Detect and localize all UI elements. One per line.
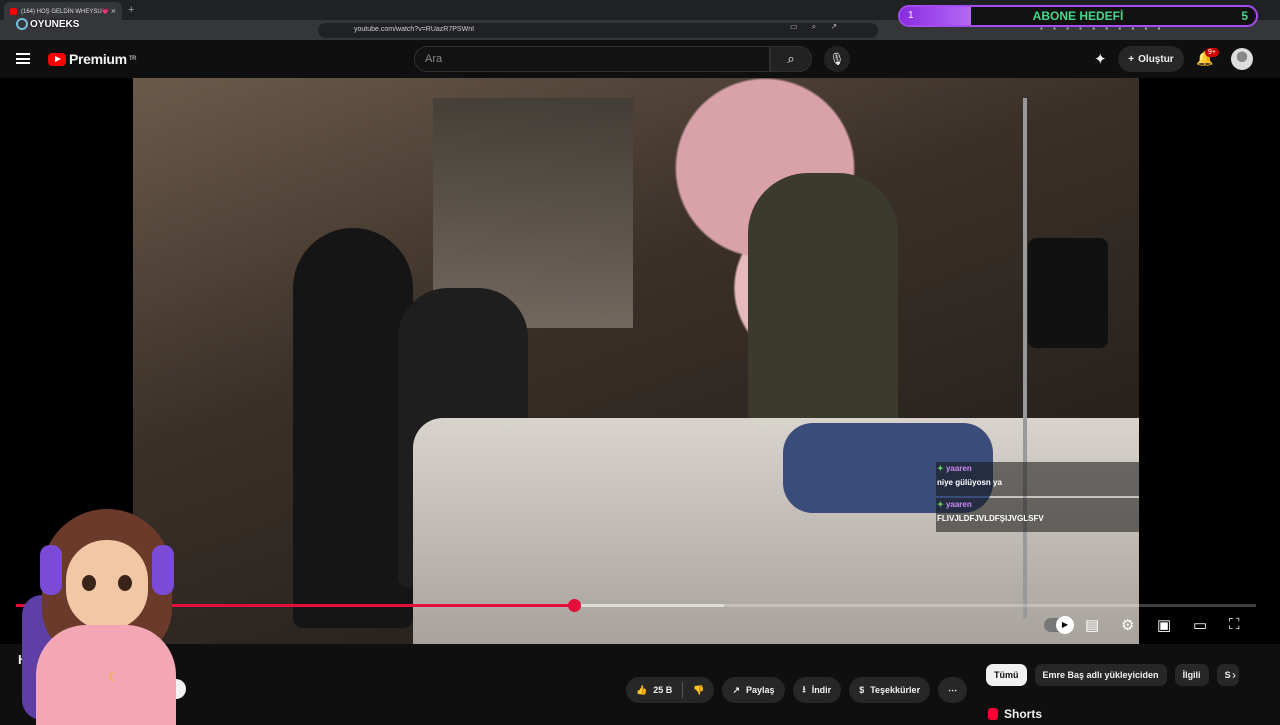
plus-icon: + xyxy=(1128,53,1135,65)
chat-text: niye gülüyosn ya xyxy=(937,478,1002,487)
crescent-necklace-icon: ☾ xyxy=(108,670,119,684)
mic-icon: 🎙 xyxy=(829,52,845,66)
tab-title: (164) HOŞ GELDİN WHEYSU💗 xyxy=(21,8,110,15)
more-actions-button[interactable]: ⋯ xyxy=(938,677,968,703)
hamburger-menu-icon[interactable] xyxy=(16,53,30,64)
share-button[interactable]: ↗ Paylaş xyxy=(722,677,785,703)
headphone-right-icon xyxy=(152,545,174,595)
share-label: Paylaş xyxy=(746,685,775,695)
headphone-left-icon xyxy=(40,545,62,595)
like-button[interactable]: 👍 25 B xyxy=(626,677,682,703)
video-player[interactable]: yaaren niye gülüyosn ya yaaren FLIVJLDFJ… xyxy=(0,78,1280,644)
new-tab-button[interactable]: + xyxy=(128,4,134,16)
dislike-button[interactable]: 👎 xyxy=(683,677,714,703)
chevron-right-icon[interactable]: › xyxy=(1232,668,1236,682)
address-bar-icons[interactable]: ▭ ⌕ ↗ xyxy=(790,22,843,32)
search-input[interactable]: Ara xyxy=(414,46,770,72)
subscriber-goal-widget: 1 ABONE HEDEFİ 5 xyxy=(898,5,1258,27)
brand-label: Premium xyxy=(69,51,127,67)
streamer-avatar-overlay: ☾ xyxy=(22,505,182,725)
thumbs-down-icon: 👎 xyxy=(693,684,705,695)
share-icon: ↗ xyxy=(732,684,740,695)
chat-message: yaaren FLIVJLDFJVLDFŞIJVGLSFV xyxy=(936,498,1140,532)
chip-related[interactable]: İlgili xyxy=(1174,664,1209,686)
goal-target: 5 xyxy=(1241,9,1248,23)
youtube-favicon-icon xyxy=(10,7,17,15)
miniplayer-icon[interactable]: ▣ xyxy=(1157,616,1171,634)
chat-text: FLIVJLDFJVLDFŞIJVGLSFV xyxy=(937,514,1044,523)
subtitles-icon[interactable]: ▤ xyxy=(1085,616,1099,634)
settings-gear-icon[interactable]: ⚙ xyxy=(1121,616,1134,634)
shorts-icon xyxy=(988,708,998,720)
create-button[interactable]: + Oluştur xyxy=(1118,46,1184,72)
premium-diamond-icon[interactable]: ✦ xyxy=(1094,50,1107,68)
download-icon: ⭳ xyxy=(802,684,806,694)
youtube-header: Premium TR Ara ⌕ 🎙 ✦ + Oluştur 🔔 9+ xyxy=(0,40,1280,78)
thumbs-up-icon: 👍 xyxy=(636,684,648,695)
search-icon: ⌕ xyxy=(787,51,795,66)
progress-bar[interactable] xyxy=(16,599,1256,612)
video-actions: 👍 25 B 👎 ↗ Paylaş ⭳ İndir $ Teşekkürler … xyxy=(626,677,968,703)
download-button[interactable]: ⭳ İndir xyxy=(792,677,842,703)
like-dislike-group: 👍 25 B 👎 xyxy=(626,677,715,703)
stream-logo: OYUNEKS xyxy=(16,18,79,30)
search-button[interactable]: ⌕ xyxy=(770,46,812,72)
video-frame xyxy=(133,78,1139,644)
youtube-logo[interactable]: Premium TR xyxy=(48,51,137,67)
chip-all[interactable]: Tümü xyxy=(986,664,1027,686)
notification-badge: 9+ xyxy=(1205,48,1219,57)
voice-search-button[interactable]: 🎙 xyxy=(824,46,850,72)
chat-message: yaaren niye gülüyosn ya xyxy=(936,462,1140,496)
scrubber-handle[interactable] xyxy=(568,599,581,612)
thanks-button[interactable]: $ Teşekkürler xyxy=(849,677,931,703)
thanks-label: Teşekkürler xyxy=(870,685,921,695)
chip-from-uploader[interactable]: Emre Baş adlı yükleyiciden xyxy=(1034,664,1167,686)
shorts-label: Shorts xyxy=(1004,707,1043,721)
like-count: 25 B xyxy=(653,685,673,695)
logo-mark-icon xyxy=(16,18,28,30)
user-avatar[interactable] xyxy=(1231,48,1253,70)
autoplay-toggle[interactable] xyxy=(1044,616,1074,634)
theater-mode-icon[interactable]: ▭ xyxy=(1193,616,1207,634)
logo-text: OYUNEKS xyxy=(30,18,80,30)
youtube-play-icon xyxy=(48,52,66,66)
download-label: İndir xyxy=(811,685,832,695)
goal-title: ABONE HEDEFİ xyxy=(1032,9,1124,23)
recommendation-chips: Tümü Emre Baş adlı yükleyiciden İlgili S xyxy=(986,664,1239,686)
shorts-section-header: Shorts xyxy=(988,707,1042,721)
chat-username: yaaren xyxy=(937,500,1140,509)
create-label: Oluştur xyxy=(1138,53,1174,65)
chat-username: yaaren xyxy=(937,464,1140,473)
tab-close-icon[interactable]: × xyxy=(111,6,116,16)
super-thanks-icon: $ xyxy=(859,685,865,695)
fullscreen-icon[interactable]: ⛶ xyxy=(1229,616,1240,633)
region-code: TR xyxy=(128,56,137,62)
